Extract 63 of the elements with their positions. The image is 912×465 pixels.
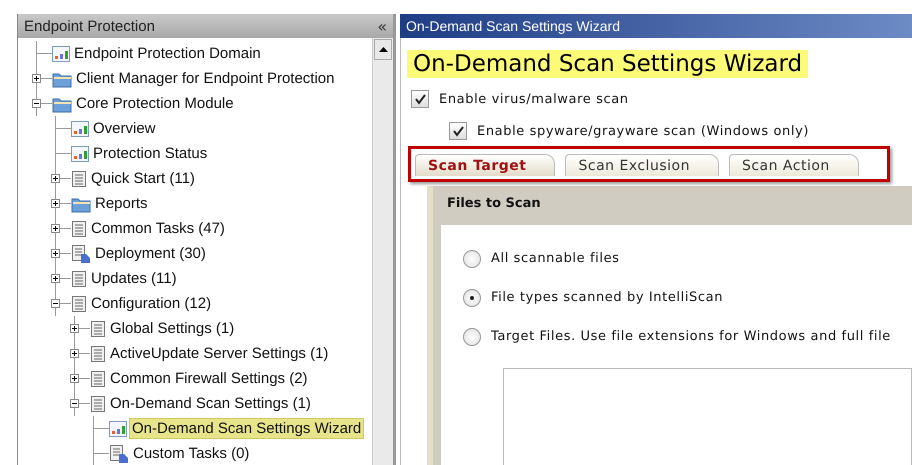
tab[interactable]: Scan Action [728,154,859,176]
collapse-icon[interactable] [32,99,41,108]
list-icon [90,344,106,362]
expand-icon[interactable] [70,374,79,383]
tree-item[interactable]: Global Settings (1) [108,319,236,338]
tree-item[interactable]: Core Protection Module [74,94,236,113]
scroll-up-icon[interactable] [374,39,392,60]
tree-item[interactable]: Endpoint Protection Domain [72,44,263,63]
tree-item[interactable]: Updates (11) [89,269,179,288]
expand-icon[interactable] [51,249,60,258]
expand-icon[interactable] [51,274,60,283]
collapse-icon[interactable] [51,299,60,308]
list-icon [90,320,106,338]
expand-icon[interactable] [70,349,79,358]
tree-item[interactable]: Common Tasks (47) [89,219,227,238]
task-list-icon [71,244,91,264]
radio-button[interactable] [463,250,481,268]
tree-item[interactable]: Quick Start (11) [89,169,197,188]
checkbox-label: Enable virus/malware scan [439,92,629,106]
chart-icon [71,144,89,162]
radio-button[interactable] [463,328,481,346]
tree-item[interactable]: Reports [93,194,150,213]
collapse-icon[interactable] [70,399,79,408]
tree-item[interactable]: Overview [91,119,158,138]
scrollbar[interactable] [372,38,393,465]
tree-item[interactable]: Client Manager for Endpoint Protection [74,69,336,88]
expand-icon[interactable] [70,324,79,333]
sidebar-title: Endpoint Protection [24,18,155,34]
tree-item[interactable]: ActiveUpdate Server Settings (1) [108,344,330,363]
list-icon [90,370,106,388]
list-icon [71,270,87,288]
window-title: On-Demand Scan Settings Wizard [400,14,912,38]
expand-icon[interactable] [32,74,41,83]
tree-item[interactable]: On-Demand Scan Settings (1) [108,394,313,413]
radio-label: All scannable files [491,251,620,266]
tree-item[interactable]: Common Firewall Settings (2) [108,369,310,388]
checkbox[interactable] [411,90,429,108]
collapse-button[interactable]: « [375,16,389,36]
tab[interactable]: Scan Target [415,154,556,176]
tree-item[interactable]: Custom Tasks (0) [131,444,252,463]
list-icon [71,220,87,238]
tree-item[interactable]: Deployment (30) [93,244,208,263]
task-list-icon [109,444,129,464]
radio-label: Target Files. Use file extensions for Windows and full file [491,329,891,344]
radio-label: File types scanned by IntelliScan [491,290,724,305]
tree-item[interactable]: Configuration (12) [89,294,214,313]
checkbox-label: Enable spyware/grayware scan (Windows only) [477,124,810,138]
chart-icon [52,44,70,62]
tree-item[interactable]: On-Demand Scan Settings Wizard [129,418,364,439]
page-heading: On-Demand Scan Settings Wizard [407,50,808,78]
list-icon [71,170,87,188]
expand-icon[interactable] [51,224,60,233]
list-icon [71,294,87,312]
expand-icon[interactable] [51,174,60,183]
chart-icon [71,120,89,138]
checkbox[interactable] [449,122,467,140]
section-title: Files to Scan [446,196,542,213]
radio-button[interactable] [463,288,481,306]
list-icon [90,394,106,412]
tree-item[interactable]: Protection Status [91,144,210,163]
expand-icon[interactable] [51,199,60,208]
tab[interactable]: Scan Exclusion [565,154,719,176]
chart-icon [109,420,127,438]
